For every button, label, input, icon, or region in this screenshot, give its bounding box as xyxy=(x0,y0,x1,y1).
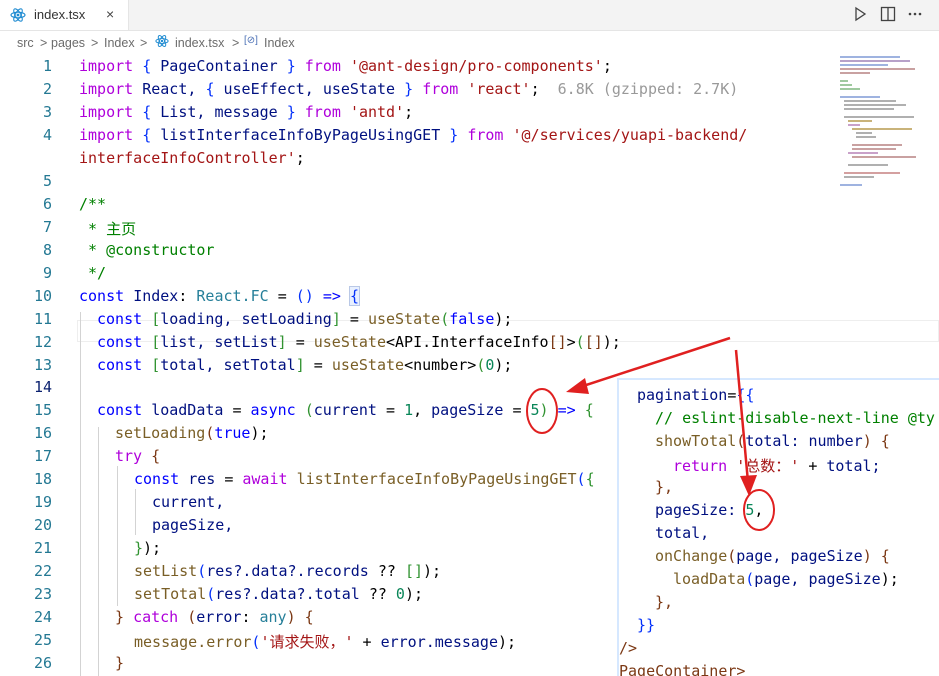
code-line: }); xyxy=(134,539,162,557)
line-number: 3 xyxy=(42,103,52,121)
line-number: 22 xyxy=(33,562,52,580)
line-number: 11 xyxy=(33,310,52,328)
line-number: 18 xyxy=(33,470,52,488)
code-line: pageSize, xyxy=(152,516,234,534)
breadcrumb-separator: > xyxy=(232,36,240,50)
indent-guide xyxy=(135,489,136,535)
code-line: import { PageContainer } from '@ant-desi… xyxy=(79,57,612,75)
code-line: current, xyxy=(152,493,225,511)
snippet-line: PageContainer> xyxy=(619,662,746,676)
code-line-wrapped: interfaceInfoController'; xyxy=(79,149,305,167)
code-line: * @constructor xyxy=(79,241,215,259)
snippet-line: return '总数：' + total; xyxy=(673,457,881,475)
line-number: 25 xyxy=(33,631,52,649)
line-number: 5 xyxy=(42,172,52,190)
code-line: * 主页 xyxy=(79,220,137,238)
code-line: import React, { useEffect, useState } fr… xyxy=(79,80,739,98)
breadcrumb-separator: > xyxy=(140,36,148,50)
line-number: 12 xyxy=(33,333,52,351)
breadcrumb-separator: > xyxy=(40,36,48,50)
code-line: const [list, setList] = useState<API.Int… xyxy=(97,333,621,351)
more-icon[interactable] xyxy=(906,5,924,23)
code-line: const [total, setTotal] = useState<numbe… xyxy=(97,356,513,374)
indent-guide xyxy=(98,427,99,676)
breadcrumb-item-index-folder[interactable]: Index xyxy=(104,36,135,50)
code-line: setList(res?.data?.records ?? []); xyxy=(134,562,442,580)
tab-label: index.tsx xyxy=(34,7,86,22)
line-number: 26 xyxy=(33,654,52,672)
line-number: 23 xyxy=(33,585,52,603)
code-line: /** xyxy=(79,195,107,213)
code-line: setTotal(res?.data?.total ?? 0); xyxy=(134,585,423,603)
code-line: const Index: React.FC = () => { xyxy=(79,286,360,306)
code-line: } catch (error: any) { xyxy=(115,608,314,626)
code-line: message.error('请求失败，' + error.message); xyxy=(134,633,517,651)
line-number: 4 xyxy=(42,126,52,144)
line-number: 19 xyxy=(33,493,52,511)
line-number: 16 xyxy=(33,424,52,442)
snippet-line: total, xyxy=(655,524,710,542)
code-line: try { xyxy=(115,447,161,465)
breadcrumb-item-src[interactable]: src xyxy=(17,36,34,50)
code-line: import { List, message } from 'antd'; xyxy=(79,103,414,121)
line-number: 21 xyxy=(33,539,52,557)
snippet-line: onChange(page, pageSize) { xyxy=(655,547,890,565)
line-number: 8 xyxy=(42,241,52,259)
breadcrumb-item-pages[interactable]: pages xyxy=(51,36,85,50)
split-editor-icon[interactable] xyxy=(879,5,897,23)
minimap[interactable] xyxy=(840,54,930,189)
code-line: const res = await listInterfaceInfoByPag… xyxy=(134,470,595,488)
react-icon xyxy=(155,34,169,51)
tab-bar: index.tsx × xyxy=(0,0,939,31)
snippet-line: pagination={{ xyxy=(637,386,755,404)
line-number: 9 xyxy=(42,264,52,282)
snippet-line: loadData(page, pageSize); xyxy=(673,570,899,588)
code-line: const [loading, setLoading] = useState(f… xyxy=(97,310,513,328)
line-number: 13 xyxy=(33,356,52,374)
indent-guide xyxy=(80,312,81,676)
line-number: 14 xyxy=(33,378,52,396)
snippet-line: // eslint-disable-next-line @ty xyxy=(655,409,935,427)
breadcrumb-item-symbol[interactable]: Index xyxy=(264,36,295,50)
code-line: const loadData = async (current = 1, pag… xyxy=(97,401,594,419)
symbol-icon: [⊘] xyxy=(244,35,258,46)
import-cost-hint: 6.8K (gzipped: 2.7K) xyxy=(557,80,739,98)
breadcrumb-item-file[interactable]: index.tsx xyxy=(175,36,224,50)
line-number: 17 xyxy=(33,447,52,465)
run-icon[interactable] xyxy=(851,5,869,23)
snippet-line: /> xyxy=(619,639,638,657)
code-line: import { listInterfaceInfoByPageUsingGET… xyxy=(79,126,748,144)
snippet-line: showTotal(total: number) { xyxy=(655,432,890,450)
breadcrumb-separator: > xyxy=(91,36,99,50)
indent-guide xyxy=(117,466,118,606)
snippet-line: }, xyxy=(655,478,674,496)
snippet-line: }} xyxy=(637,616,656,634)
breadcrumb: src > pages > Index > index.tsx > [⊘] In… xyxy=(0,31,939,53)
line-number: 1 xyxy=(42,57,52,75)
code-line: } xyxy=(115,654,125,672)
line-number: 6 xyxy=(42,195,52,213)
line-number: 15 xyxy=(33,401,52,419)
line-number: 10 xyxy=(33,287,52,305)
code-line: */ xyxy=(79,264,107,282)
tab-index-tsx[interactable]: index.tsx × xyxy=(0,0,129,30)
snippet-line: }, xyxy=(655,593,674,611)
line-number: 20 xyxy=(33,516,52,534)
line-number: 24 xyxy=(33,608,52,626)
line-number: 2 xyxy=(42,80,52,98)
snippet-line: pageSize: 5, xyxy=(655,501,764,519)
code-line: setLoading(true); xyxy=(115,424,269,442)
react-icon xyxy=(10,7,26,28)
close-icon[interactable]: × xyxy=(106,6,114,22)
pagination-snippet-panel: pagination={{ // eslint-disable-next-lin… xyxy=(617,378,939,676)
line-number: 7 xyxy=(42,218,52,236)
